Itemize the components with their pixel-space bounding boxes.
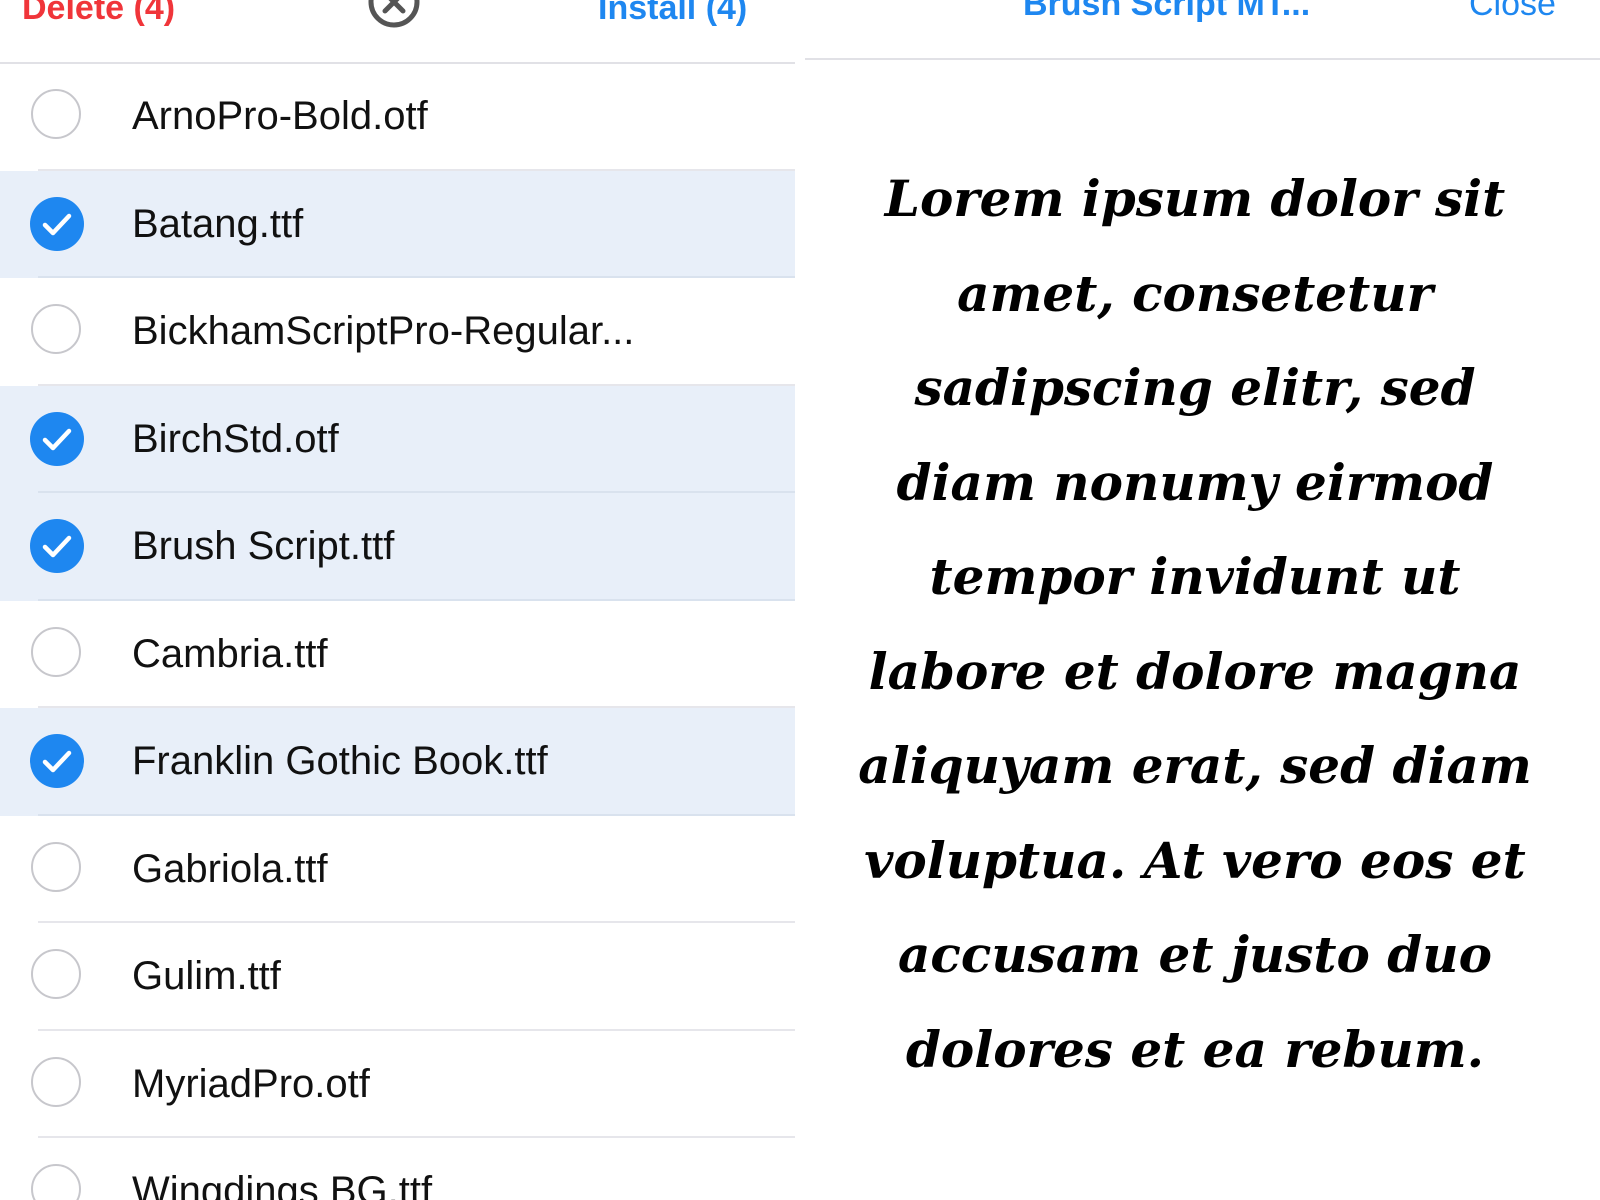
checkmark-circle-icon[interactable] [30, 196, 84, 251]
font-installer-screen: Delete (4) Install (4) ArnoPro-Bold.otf B… [0, 0, 1600, 1200]
empty-circle-icon[interactable] [31, 1164, 81, 1200]
font-preview-pane: Brush Script MT... Close Lorem ipsum dol… [795, 0, 1600, 1200]
file-row[interactable]: BickhamScriptPro-Regular... [0, 278, 795, 386]
file-name-label: MyriadPro.otf [132, 1061, 370, 1106]
empty-circle-icon[interactable] [31, 841, 81, 892]
file-row[interactable]: Batang.ttf [0, 170, 795, 278]
file-list-toolbar: Delete (4) Install (4) [0, 0, 795, 64]
file-name-label: Brush Script.ttf [132, 524, 395, 568]
delete-button[interactable]: Delete (4) [22, 0, 175, 28]
file-name-label: ArnoPro-Bold.otf [132, 94, 428, 138]
file-row[interactable]: Franklin Gothic Book.ttf [0, 708, 795, 816]
font-file-list: ArnoPro-Bold.otf Batang.ttf BickhamScriptP… [0, 63, 795, 1200]
font-file-pane: Delete (4) Install (4) ArnoPro-Bold.otf B… [0, 0, 795, 1200]
preview-title: Brush Script MT... [1023, 0, 1311, 23]
file-row[interactable]: Gulim.ttf [0, 923, 795, 1031]
empty-circle-icon[interactable] [31, 626, 81, 677]
file-row[interactable]: Wingdings BG.ttf [0, 1138, 795, 1200]
checkmark-circle-icon[interactable] [30, 519, 84, 573]
file-row[interactable]: BirchStd.otf [0, 385, 795, 493]
empty-circle-icon[interactable] [31, 949, 81, 999]
checkmark-circle-icon[interactable] [30, 411, 84, 466]
file-name-label: BirchStd.otf [132, 416, 339, 461]
empty-circle-icon[interactable] [31, 89, 81, 139]
font-preview-sample: Lorem ipsum dolor sit amet, consetetur s… [858, 169, 1532, 1079]
file-name-label: Franklin Gothic Book.ttf [132, 739, 548, 783]
close-button[interactable]: Close [1469, 0, 1556, 24]
install-button[interactable]: Install (4) [598, 0, 747, 28]
file-row[interactable]: Brush Script.ttf [0, 493, 795, 601]
file-row[interactable]: ArnoPro-Bold.otf [0, 63, 795, 171]
preview-toolbar: Brush Script MT... Close [805, 0, 1600, 60]
file-row[interactable]: Cambria.ttf [0, 601, 795, 709]
file-name-label: Batang.ttf [132, 201, 304, 246]
close-circle-icon[interactable] [366, 0, 422, 30]
checkmark-circle-icon[interactable] [30, 734, 84, 788]
empty-circle-icon[interactable] [31, 1056, 81, 1107]
file-name-label: Gulim.ttf [132, 954, 281, 998]
file-name-label: Wingdings BG.ttf [132, 1169, 433, 1200]
empty-circle-icon[interactable] [31, 304, 81, 354]
file-name-label: Cambria.ttf [132, 631, 328, 676]
file-row[interactable]: Gabriola.ttf [0, 816, 795, 924]
file-row[interactable]: MyriadPro.otf [0, 1031, 795, 1139]
file-name-label: Gabriola.ttf [132, 846, 328, 891]
file-name-label: BickhamScriptPro-Regular... [132, 309, 635, 353]
